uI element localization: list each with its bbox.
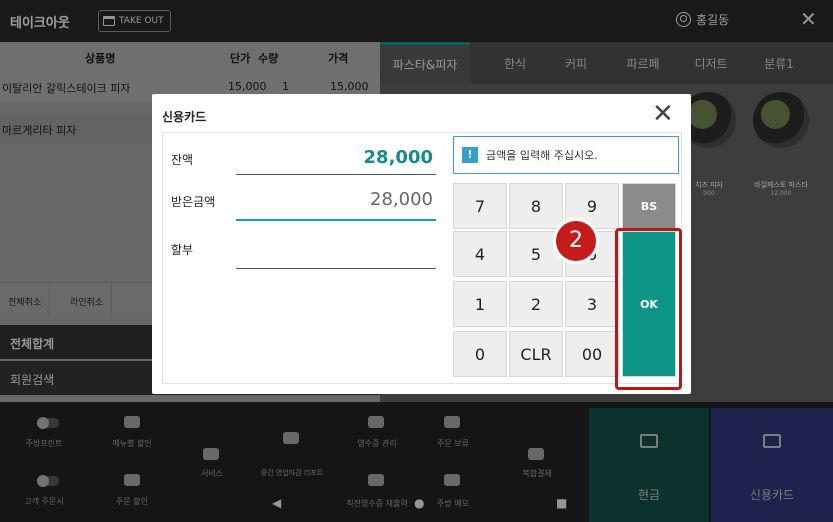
- message-box: ! 금액을 입력해 주십시오.: [453, 136, 679, 174]
- received-underline: [236, 219, 436, 221]
- alert-icon: !: [462, 147, 478, 163]
- key-clear[interactable]: CLR: [509, 331, 563, 377]
- balance-value: 28,000: [363, 147, 433, 168]
- key-00[interactable]: 00: [565, 331, 619, 377]
- key-8[interactable]: 8: [509, 183, 563, 229]
- dialog-body: 잔액 28,000 받은금액 28,000 할부 ! 금액을 입력해 주십시오.…: [162, 132, 682, 384]
- balance-underline: [236, 174, 436, 175]
- key-2[interactable]: 2: [509, 281, 563, 327]
- received-amount-input[interactable]: 28,000: [370, 189, 433, 210]
- received-label: 받은금액: [171, 195, 216, 209]
- balance-label: 잔액: [171, 153, 194, 167]
- key-1[interactable]: 1: [453, 281, 507, 327]
- key-3[interactable]: 3: [565, 281, 619, 327]
- message-text: 금액을 입력해 주십시오.: [486, 149, 598, 162]
- key-7[interactable]: 7: [453, 183, 507, 229]
- dialog-close-icon[interactable]: ✕: [652, 100, 674, 128]
- backspace-button[interactable]: BS: [622, 183, 676, 229]
- installment-input[interactable]: [236, 268, 436, 269]
- step-badge: 2: [553, 218, 599, 264]
- key-0[interactable]: 0: [453, 331, 507, 377]
- installment-label: 할부: [171, 243, 194, 257]
- ok-highlight-frame: [615, 228, 682, 390]
- key-4[interactable]: 4: [453, 231, 507, 277]
- credit-card-dialog: 신용카드 ✕ 잔액 28,000 받은금액 28,000 할부 ! 금액을 입력…: [152, 94, 691, 394]
- dialog-title: 신용카드: [162, 110, 207, 124]
